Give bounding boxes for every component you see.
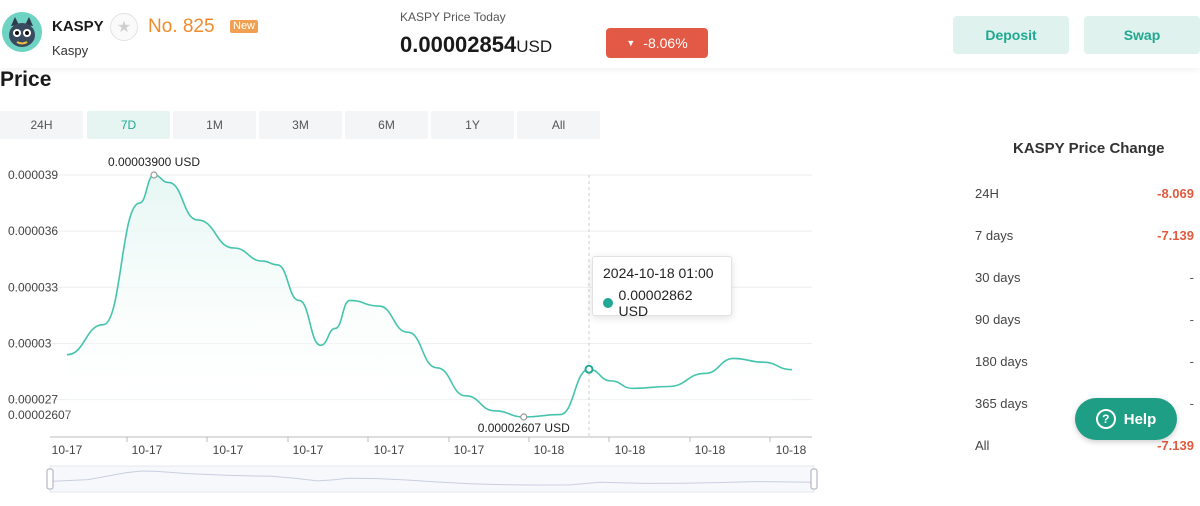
x-tick-label: 10-17 — [213, 443, 244, 457]
x-tick-label: 10-18 — [534, 443, 565, 457]
price-change-badge: ▼ -8.06% — [606, 28, 708, 58]
price-change-value: -8.06% — [643, 35, 688, 51]
x-tick-label: 10-17 — [374, 443, 405, 457]
price-change-title: KASPY Price Change — [1013, 140, 1165, 157]
change-row-180d: 180 days - — [975, 354, 1200, 374]
y-tick-label: 0.000036 — [8, 224, 58, 238]
change-row-label: 7 days — [975, 228, 1014, 243]
tooltip-row: 0.00002862 USD — [603, 287, 721, 319]
change-row-label: 24H — [975, 186, 999, 201]
coin-rank: No. 825 — [148, 16, 215, 37]
swap-button[interactable]: Swap — [1084, 16, 1200, 54]
question-icon: ? — [1095, 409, 1116, 429]
new-badge: New — [230, 20, 259, 33]
y-tick-label: 0.000033 — [8, 280, 58, 294]
change-row-value: -7.139 — [1157, 228, 1194, 243]
caret-down-icon: ▼ — [626, 38, 636, 48]
price-label: KASPY Price Today — [400, 10, 506, 24]
x-tick-label: 10-17 — [454, 443, 485, 457]
change-row-value: - — [1189, 312, 1194, 327]
coin-name: Kaspy — [52, 43, 89, 58]
price-chart[interactable]: 0.000039 0.000036 0.000033 0.00003 0.000027 0… — [0, 140, 852, 506]
max-annotation: 0.00003900 USD — [108, 155, 200, 169]
tooltip-value: 0.00002862 USD — [618, 287, 693, 319]
change-row-all: All -7.139 — [975, 438, 1200, 458]
change-row-label: 180 days — [975, 354, 1028, 369]
coin-symbol: KASPY — [52, 18, 104, 35]
page-title: Price — [0, 68, 52, 91]
deposit-button[interactable]: Deposit — [953, 16, 1069, 54]
tab-24h[interactable]: 24H — [0, 111, 83, 139]
coin-header: KASPY Kaspy ★ No. 825 New KASPY Price To… — [0, 0, 1200, 68]
series-dot-icon — [603, 298, 613, 308]
x-tick-label: 10-17 — [132, 443, 163, 457]
tab-7d[interactable]: 7D — [87, 111, 170, 139]
help-label: Help — [1123, 410, 1157, 428]
range-handle-right — [810, 468, 818, 490]
change-row-30d: 30 days - — [975, 270, 1200, 290]
change-row-label: 365 days — [975, 396, 1028, 411]
chart-tooltip: 2024-10-18 01:00 0.00002862 USD — [592, 256, 732, 319]
max-point — [150, 171, 158, 179]
x-tick-label: 10-18 — [695, 443, 726, 457]
y-tick-label: 0.00003 — [8, 336, 52, 350]
price-value: 0.00002854USD — [400, 32, 552, 58]
change-row-label: 90 days — [975, 312, 1021, 327]
change-row-value: - — [1189, 354, 1194, 369]
change-row-value: - — [1189, 270, 1194, 285]
x-tick-label: 10-17 — [293, 443, 324, 457]
change-row-7d: 7 days -7.139 — [975, 228, 1200, 248]
change-row-value: -7.139 — [1157, 438, 1194, 453]
x-tick-label: 10-17 — [52, 443, 83, 457]
price-unit: USD — [516, 37, 553, 56]
star-icon[interactable]: ★ — [110, 13, 138, 41]
price-change-panel: KASPY Price Change 24H -8.069 7 days -7.… — [955, 130, 1200, 506]
x-tick-label: 10-18 — [615, 443, 646, 457]
highlight-point — [584, 364, 594, 374]
tab-1y[interactable]: 1Y — [431, 111, 514, 139]
x-tick-label: 10-18 — [776, 443, 807, 457]
price-chart-svg: 0.0000390.0000360.0000330.000030.0000270… — [8, 155, 852, 493]
change-row-label: 30 days — [975, 270, 1021, 285]
y-tick-label: 0.000039 — [8, 168, 58, 182]
price-number: 0.00002854 — [400, 32, 517, 57]
min-point — [520, 413, 528, 421]
y-tick-label: 0.00002607 — [8, 408, 72, 422]
tab-6m[interactable]: 6M — [345, 111, 428, 139]
min-annotation: 0.00002607 USD — [478, 421, 570, 435]
change-row-label: All — [975, 438, 990, 453]
change-row-value: -8.069 — [1157, 186, 1194, 201]
range-slider-track — [49, 465, 815, 493]
change-row-24h: 24H -8.069 — [975, 186, 1200, 206]
coin-logo — [2, 12, 42, 52]
tab-all[interactable]: All — [517, 111, 600, 139]
change-row-90d: 90 days - — [975, 312, 1200, 332]
help-button[interactable]: ? Help — [1075, 398, 1177, 440]
tooltip-date: 2024-10-18 01:00 — [603, 265, 714, 281]
tab-3m[interactable]: 3M — [259, 111, 342, 139]
range-handle-left — [46, 468, 54, 490]
y-tick-label: 0.000027 — [8, 393, 58, 407]
tab-1m[interactable]: 1M — [173, 111, 256, 139]
change-row-value: - — [1189, 396, 1194, 411]
